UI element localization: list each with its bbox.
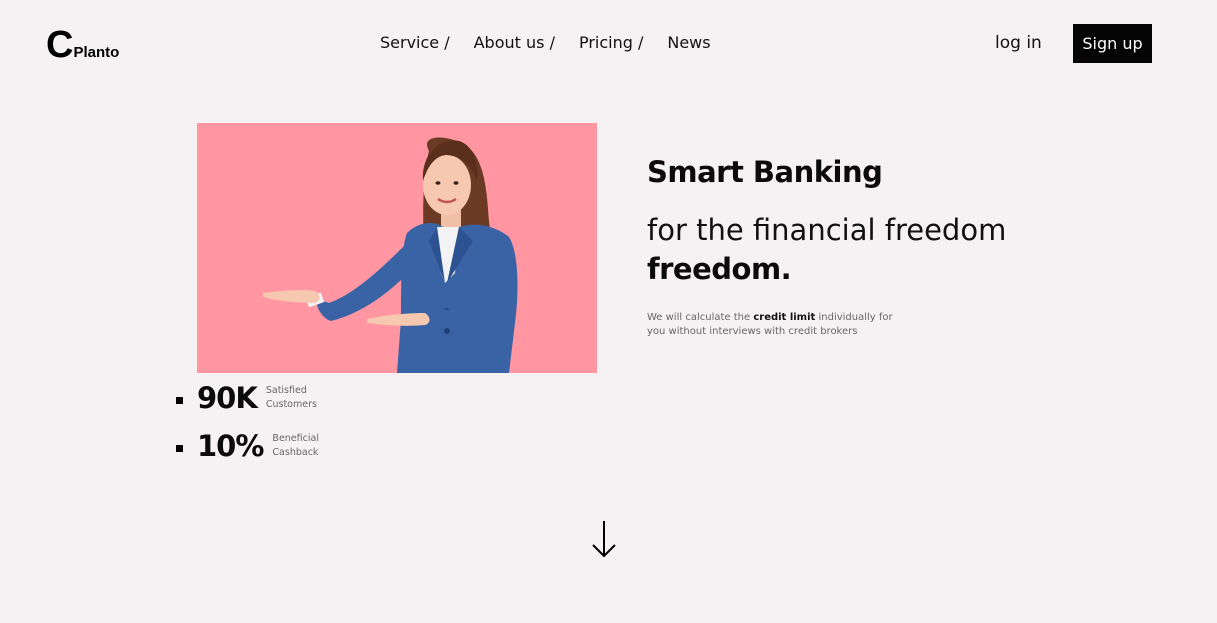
login-link[interactable]: log in bbox=[995, 33, 1042, 53]
nav-item-about[interactable]: About us / bbox=[474, 33, 555, 52]
businesswoman-illustration bbox=[263, 137, 518, 373]
logo-mark: C bbox=[46, 24, 73, 66]
bullet-icon bbox=[176, 397, 183, 404]
nav-item-news[interactable]: News bbox=[667, 33, 710, 52]
stat-value: 90K bbox=[197, 381, 258, 415]
stat-label: Beneficial Cashback bbox=[272, 433, 319, 458]
signup-button[interactable]: Sign up bbox=[1073, 24, 1152, 63]
hero-subtitle: for the financial freedom bbox=[647, 213, 1007, 247]
arrow-down-icon[interactable] bbox=[590, 518, 618, 560]
stat-item: 10% Beneficial Cashback bbox=[176, 428, 342, 476]
logo-text: Planto bbox=[73, 44, 120, 61]
stat-label: Satisfied Customers bbox=[265, 385, 317, 410]
stat-item: 90K Satisfied Customers bbox=[176, 380, 342, 428]
hero-description-highlight: credit limit bbox=[753, 312, 816, 323]
hero-subtitle-bold: freedom. bbox=[647, 252, 792, 286]
hero-title: Smart Banking bbox=[647, 155, 883, 189]
stat-value: 10% bbox=[197, 429, 264, 463]
nav-item-pricing[interactable]: Pricing / bbox=[579, 33, 643, 52]
nav-item-service[interactable]: Service / bbox=[380, 33, 450, 52]
hero-description-prefix: We will calculate the bbox=[647, 312, 754, 323]
stats-list: 90K Satisfied Customers 10% Beneficial C… bbox=[176, 380, 342, 476]
main-nav: Service / About us / Pricing / News bbox=[380, 33, 711, 52]
bullet-icon bbox=[176, 445, 183, 452]
logo[interactable]: C Planto bbox=[46, 26, 119, 64]
hero-description: We will calculate the credit limit indiv… bbox=[647, 311, 907, 339]
hero-image bbox=[197, 123, 597, 373]
